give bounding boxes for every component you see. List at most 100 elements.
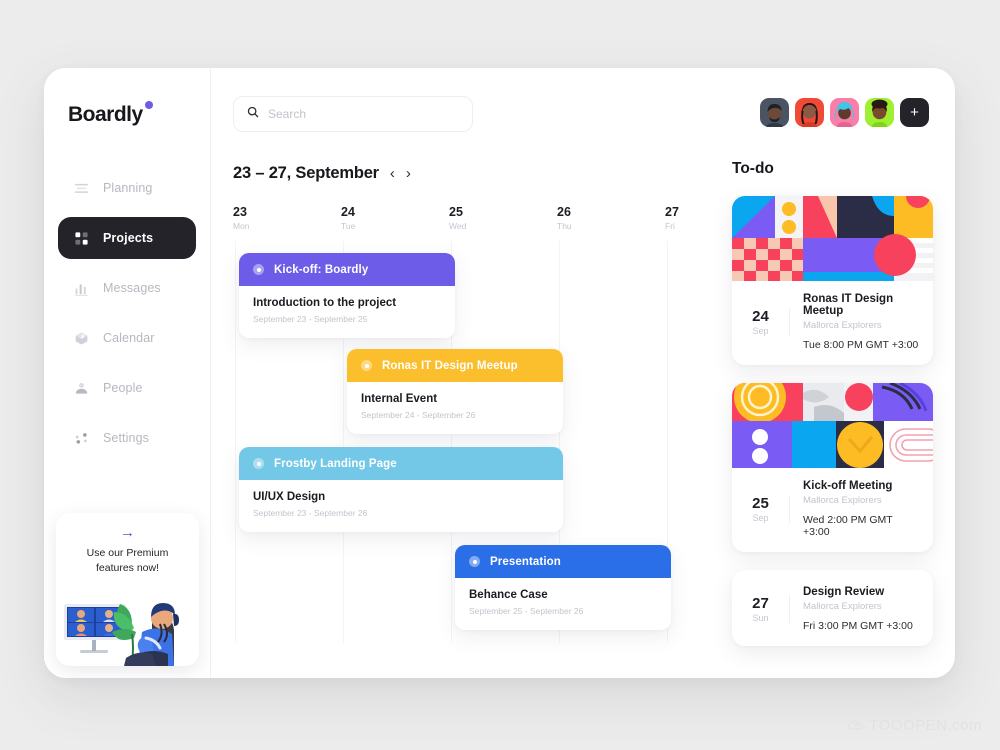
sidebar-item-label: Settings — [103, 431, 149, 445]
event-card-header: Kick-off: Boardly — [239, 253, 455, 286]
sidebar-nav: Planning Projects Messages Calendar Peop… — [44, 167, 210, 459]
todo-card-info: 27 Sun Design Review Mallorca Explorers … — [732, 570, 933, 646]
board-panel: Search 23 – 27, September ‹ › 23 Mon 24 — [211, 96, 718, 678]
search-icon — [247, 105, 259, 123]
sidebar-item-label: Projects — [103, 231, 154, 245]
sidebar-item-settings[interactable]: Settings — [58, 417, 196, 459]
todo-illustration — [732, 196, 933, 281]
todo-card-info: 25 Sep Kick-off Meeting Mallorca Explore… — [732, 468, 933, 552]
column-divider — [235, 241, 236, 643]
event-title: Frostby Landing Page — [274, 457, 397, 470]
day-name: Tue — [341, 221, 356, 231]
sidebar: Boardly Planning Projects Messages Calen… — [44, 68, 211, 678]
todo-date: 24 Sep — [738, 308, 790, 336]
premium-promo-card[interactable]: → Use our Premium features now! — [56, 513, 199, 666]
todo-day-number: 24 — [752, 308, 769, 325]
week-grid: 23 Mon 24 Tue 25 Wed 26 Thu 27 Fri Kick-… — [233, 205, 718, 657]
chart-icon — [74, 281, 89, 296]
day-name: Mon — [233, 221, 250, 231]
avatar-1-icon — [760, 98, 789, 127]
todo-date: 25 Sep — [738, 495, 790, 523]
event-subtitle: Internal Event — [361, 393, 438, 405]
event-card-header: Ronas IT Design Meetup — [347, 349, 563, 382]
cloud-icon — [848, 720, 863, 730]
todo-meta: Ronas IT Design Meetup Mallorca Explorer… — [790, 293, 919, 351]
screen: Boardly Planning Projects Messages Calen… — [0, 0, 1000, 750]
team-avatars: + — [760, 98, 929, 127]
sidebar-item-planning[interactable]: Planning — [58, 167, 196, 209]
sidebar-item-projects[interactable]: Projects — [58, 217, 196, 259]
status-dot-icon — [253, 458, 264, 469]
event-card-header: Presentation — [455, 545, 671, 578]
todo-card-info: 24 Sep Ronas IT Design Meetup Mallorca E… — [732, 281, 933, 365]
box-icon — [74, 331, 89, 346]
day-name: Wed — [449, 221, 467, 231]
sidebar-item-label: Planning — [103, 181, 153, 195]
todo-card[interactable]: 24 Sep Ronas IT Design Meetup Mallorca E… — [732, 196, 933, 365]
event-title: Ronas IT Design Meetup — [382, 359, 518, 372]
watermark-text: TOOOPEN.com — [869, 717, 982, 734]
promo-line-2: features now! — [95, 562, 160, 575]
add-member-button[interactable]: + — [900, 98, 929, 127]
todo-date: 27 Sun — [738, 595, 790, 623]
status-dot-icon — [361, 360, 372, 371]
day-column-header: 23 Mon — [233, 205, 250, 231]
todo-day-number: 27 — [752, 595, 769, 612]
app-window: Boardly Planning Projects Messages Calen… — [44, 68, 955, 678]
person-icon — [74, 381, 89, 396]
todo-card[interactable]: 25 Sep Kick-off Meeting Mallorca Explore… — [732, 383, 933, 552]
sidebar-item-calendar[interactable]: Calendar — [58, 317, 196, 359]
event-title: Presentation — [490, 555, 561, 568]
todo-name: Ronas IT Design Meetup — [803, 293, 894, 317]
todo-org: Mallorca Explorers — [803, 601, 882, 612]
todo-card[interactable]: 27 Sun Design Review Mallorca Explorers … — [732, 570, 933, 646]
event-card-body: Internal Event September 24 - September … — [347, 382, 563, 434]
event-date-range: September 25 - September 26 — [469, 606, 584, 616]
day-number: 27 — [665, 205, 679, 219]
search-input[interactable]: Search — [233, 96, 473, 132]
brand-name: Boardly — [68, 103, 143, 126]
sidebar-item-label: Messages — [103, 281, 161, 295]
todo-time: Wed 2:00 PM GMT +3:00 — [803, 514, 893, 538]
todo-meta: Kick-off Meeting Mallorca Explorers Wed … — [790, 480, 919, 538]
status-dot-icon — [253, 264, 264, 275]
event-card[interactable]: Frostby Landing Page UI/UX Design Septem… — [239, 447, 563, 532]
avatar[interactable] — [795, 98, 824, 127]
event-subtitle: Introduction to the project — [253, 297, 397, 309]
event-card[interactable]: Presentation Behance Case September 25 -… — [455, 545, 671, 630]
day-number: 23 — [233, 205, 247, 219]
day-number: 24 — [341, 205, 355, 219]
event-card[interactable]: Kick-off: Boardly Introduction to the pr… — [239, 253, 455, 338]
todo-day-number: 25 — [752, 495, 769, 512]
todo-month: Sep — [752, 326, 769, 336]
avatar[interactable] — [760, 98, 789, 127]
todo-panel-title: To-do — [732, 160, 774, 177]
event-date-range: September 24 - September 26 — [361, 410, 476, 420]
promo-line-1: Use our Premium — [86, 547, 169, 559]
day-column-header: 27 Fri — [665, 205, 679, 231]
sidebar-item-label: Calendar — [103, 331, 155, 345]
event-date-range: September 23 - September 25 — [253, 314, 368, 324]
day-name: Thu — [557, 221, 572, 231]
event-date-range: September 23 - September 26 — [253, 508, 368, 518]
sidebar-item-messages[interactable]: Messages — [58, 267, 196, 309]
todo-illustration — [732, 383, 933, 468]
dots-icon — [74, 431, 89, 446]
todo-time: Fri 3:00 PM GMT +3:00 — [803, 620, 913, 632]
todo-name: Kick-off Meeting — [803, 480, 893, 492]
prev-week-button[interactable]: ‹ — [390, 166, 395, 181]
brand-dot-icon — [144, 101, 153, 109]
day-number: 26 — [557, 205, 571, 219]
date-range-title: 23 – 27, September — [233, 164, 379, 182]
event-card[interactable]: Ronas IT Design Meetup Internal Event Se… — [347, 349, 563, 434]
next-week-button[interactable]: › — [406, 166, 411, 181]
day-column-header: 25 Wed — [449, 205, 466, 231]
avatar-4-icon — [865, 98, 894, 127]
avatar[interactable] — [830, 98, 859, 127]
day-column-header: 24 Tue — [341, 205, 355, 231]
todo-time: Tue 8:00 PM GMT +3:00 — [803, 339, 919, 351]
promo-illustration — [64, 603, 179, 666]
avatar[interactable] — [865, 98, 894, 127]
sidebar-item-people[interactable]: People — [58, 367, 196, 409]
todo-org: Mallorca Explorers — [803, 320, 882, 331]
